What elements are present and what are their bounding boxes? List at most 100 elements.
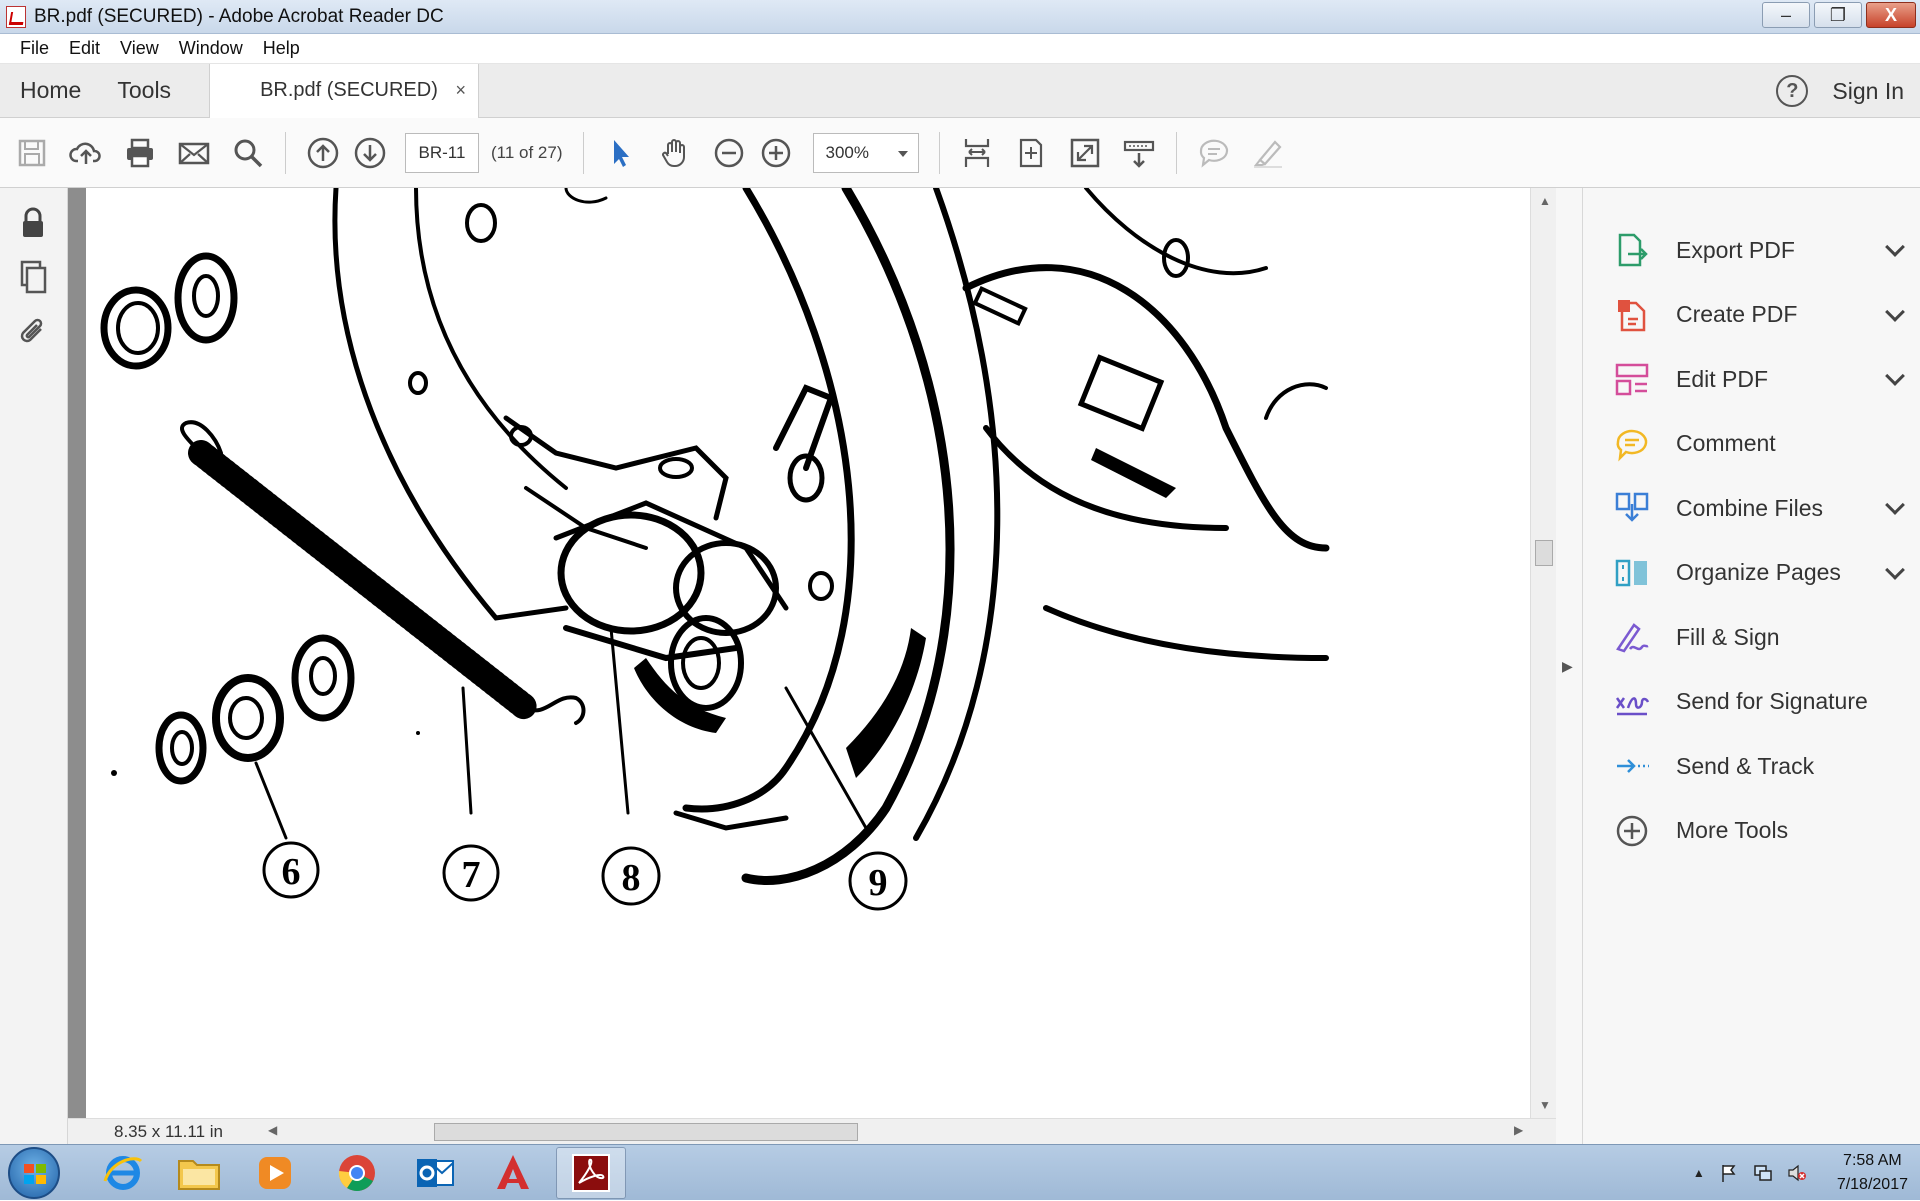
internet-explorer-icon (103, 1156, 143, 1190)
comment-bubble-icon[interactable] (1194, 133, 1234, 173)
start-button[interactable] (8, 1147, 60, 1199)
scroll-mode-icon[interactable] (1119, 133, 1159, 173)
tab-document[interactable]: BR.pdf (SECURED) × (209, 63, 480, 118)
taskbar-acrobat[interactable] (556, 1147, 626, 1199)
taskbar-chrome[interactable] (322, 1147, 392, 1199)
menu-window[interactable]: Window (169, 38, 253, 59)
taskbar-outlook[interactable] (400, 1147, 470, 1199)
tool-comment[interactable]: Comment (1614, 412, 1904, 477)
previous-page-icon[interactable] (303, 133, 343, 173)
attachments-paperclip-icon[interactable] (14, 312, 52, 350)
zoom-out-icon[interactable] (709, 133, 749, 173)
scroll-right-arrow-icon[interactable]: ▶ (1514, 1123, 1523, 1137)
taskbar-media-player[interactable] (240, 1147, 310, 1199)
document-viewer[interactable]: 6 7 8 9 (68, 188, 1530, 1144)
full-screen-icon[interactable] (1065, 133, 1105, 173)
scroll-up-arrow-icon[interactable]: ▲ (1539, 194, 1551, 208)
chevron-down-icon[interactable] (1885, 237, 1905, 257)
pane-divider (1582, 188, 1583, 1144)
menu-view[interactable]: View (110, 38, 169, 59)
tool-label: Export PDF (1676, 236, 1795, 263)
chevron-down-icon[interactable] (1885, 559, 1905, 580)
network-icon[interactable] (1753, 1163, 1773, 1183)
minimize-button[interactable]: – (1762, 2, 1810, 28)
scroll-left-arrow-icon[interactable]: ◀ (268, 1123, 277, 1137)
comment-icon (1616, 429, 1648, 462)
send-signature-icon (1615, 697, 1650, 715)
callout-8: 8 (622, 857, 641, 899)
help-icon[interactable]: ? (1776, 75, 1809, 107)
show-hidden-icons-icon[interactable]: ▲ (1693, 1166, 1705, 1180)
tool-more-tools[interactable]: More Tools (1614, 799, 1904, 864)
volume-muted-icon[interactable] (1787, 1163, 1807, 1183)
page-count: (11 of 27) (491, 142, 563, 162)
page-number-input[interactable]: BR-11 (405, 132, 479, 173)
tab-home[interactable]: Home (0, 77, 99, 104)
close-button[interactable]: X (1866, 2, 1916, 28)
scroll-down-arrow-icon[interactable]: ▼ (1539, 1098, 1551, 1112)
vertical-scrollbar[interactable]: ▲ ▼ (1530, 188, 1556, 1118)
menu-file[interactable]: File (10, 38, 59, 59)
toolbar: BR-11 (11 of 27) 300% (0, 118, 1920, 188)
tool-label: Send for Signature (1676, 688, 1868, 715)
tool-label: Edit PDF (1676, 365, 1769, 392)
horizontal-scroll-thumb[interactable] (434, 1123, 858, 1141)
tool-organize-pages[interactable]: Organize Pages (1614, 541, 1905, 606)
toolbar-separator (582, 131, 584, 174)
callout-7: 7 (462, 854, 481, 896)
tool-fill-sign[interactable]: Fill & Sign (1614, 605, 1904, 670)
upload-cloud-icon[interactable] (66, 133, 106, 173)
tool-export-pdf[interactable]: Export PDF (1614, 218, 1905, 283)
media-player-icon (259, 1157, 291, 1189)
acrobat-app-icon (6, 5, 26, 28)
autocad-icon (497, 1155, 529, 1189)
taskbar-internet-explorer[interactable] (88, 1147, 158, 1199)
security-lock-icon[interactable] (14, 204, 52, 242)
tool-combine-files[interactable]: Combine Files (1614, 476, 1905, 541)
menu-help[interactable]: Help (253, 38, 310, 59)
toolbar-separator (285, 131, 286, 174)
taskbar-file-explorer[interactable] (164, 1147, 234, 1199)
page-thumbnails-icon[interactable] (14, 258, 52, 296)
menu-edit[interactable]: Edit (59, 38, 110, 59)
sign-in-link[interactable]: Sign In (1832, 78, 1904, 105)
fit-width-icon[interactable] (957, 133, 997, 173)
zoom-in-icon[interactable] (756, 133, 796, 173)
taskbar-clock[interactable]: 7:58 AM 7/18/2017 (1837, 1149, 1908, 1197)
tool-label: Send & Track (1676, 752, 1815, 779)
next-page-icon[interactable] (350, 133, 390, 173)
collapse-right-pane-icon[interactable]: ▶ (1562, 658, 1573, 675)
save-icon[interactable] (12, 133, 52, 173)
print-icon[interactable] (120, 133, 160, 173)
tool-send-track[interactable]: Send & Track (1614, 734, 1904, 799)
edit-pdf-icon (1615, 364, 1649, 396)
toolbar-separator (938, 131, 940, 174)
tab-bar: Home Tools BR.pdf (SECURED) × ? Sign In (0, 63, 1920, 118)
taskbar-autocad[interactable] (478, 1147, 548, 1199)
email-icon[interactable] (174, 133, 214, 173)
vertical-scroll-thumb[interactable] (1535, 540, 1553, 566)
title-bar: BR.pdf (SECURED) - Adobe Acrobat Reader … (0, 0, 1920, 34)
pdf-page[interactable]: 6 7 8 9 (86, 188, 1530, 1118)
system-tray: ▲ 7:58 AM 7/18/2017 (1693, 1145, 1908, 1201)
tool-send-for-signature[interactable]: Send for Signature (1614, 670, 1904, 735)
tool-create-pdf[interactable]: Create PDF (1614, 283, 1905, 348)
tool-edit-pdf[interactable]: Edit PDF (1614, 347, 1905, 412)
organize-pages-icon (1615, 559, 1647, 586)
search-icon[interactable] (228, 133, 268, 173)
zoom-level-value: 300% (825, 142, 869, 162)
chevron-down-icon[interactable] (1885, 301, 1905, 322)
chevron-down-icon[interactable] (1885, 495, 1905, 515)
chevron-down-icon[interactable] (1885, 366, 1905, 386)
page-size-label: 8.35 x 11.11 in (114, 1122, 224, 1141)
highlight-pen-icon[interactable] (1248, 133, 1288, 173)
select-cursor-icon[interactable] (601, 133, 641, 173)
rotate-page-icon[interactable] (1011, 133, 1051, 173)
restore-button[interactable]: ❐ (1814, 2, 1862, 28)
action-center-flag-icon[interactable] (1719, 1163, 1739, 1183)
tab-tools[interactable]: Tools (99, 77, 189, 104)
close-tab-icon[interactable]: × (456, 80, 467, 101)
hand-tool-icon[interactable] (655, 133, 695, 173)
horizontal-scrollbar[interactable]: 8.35 x 11.11 in ◀ ▶ (68, 1118, 1556, 1144)
zoom-level-select[interactable]: 300% (812, 132, 919, 173)
